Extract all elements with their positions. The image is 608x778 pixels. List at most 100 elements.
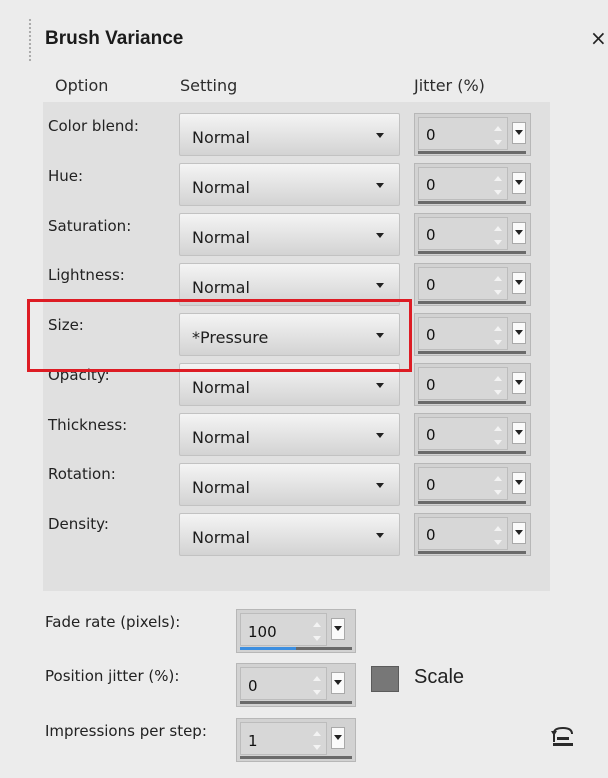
jitter-spinner-hue[interactable]: 0 — [414, 163, 531, 206]
jitter-dropdown-button[interactable] — [512, 472, 526, 494]
jitter-spinner-saturation[interactable]: 0 — [414, 213, 531, 256]
panel-gripper[interactable] — [28, 18, 32, 62]
chevron-down-icon — [515, 180, 523, 185]
position-jitter-value: 0 — [248, 677, 258, 695]
fade-rate-slider-track[interactable] — [240, 647, 352, 650]
setting-select-opacity[interactable]: Normal — [179, 363, 400, 406]
jitter-field[interactable]: 0 — [418, 467, 508, 500]
setting-value: Normal — [192, 428, 250, 447]
position-jitter-field[interactable]: 0 — [240, 667, 327, 700]
jitter-field[interactable]: 0 — [418, 217, 508, 250]
chevron-down-icon — [376, 433, 384, 438]
jitter-spinner-color-blend[interactable]: 0 — [414, 113, 531, 156]
spinner-arrows-icon[interactable] — [492, 174, 504, 200]
jitter-spinner-size[interactable]: 0 — [414, 313, 531, 356]
spinner-arrows-icon[interactable] — [492, 324, 504, 350]
option-label-color-blend: Color blend: — [48, 117, 139, 135]
setting-select-lightness[interactable]: Normal — [179, 263, 400, 306]
jitter-value: 0 — [426, 376, 436, 394]
position-jitter-slider-track[interactable] — [240, 701, 352, 704]
spinner-arrows-icon[interactable] — [311, 729, 323, 755]
impressions-spinner[interactable]: 1 — [236, 718, 356, 762]
chevron-down-icon — [515, 330, 523, 335]
jitter-slider-track[interactable] — [418, 451, 526, 454]
setting-select-hue[interactable]: Normal — [179, 163, 400, 206]
impressions-field[interactable]: 1 — [240, 722, 327, 755]
setting-value: Normal — [192, 178, 250, 197]
jitter-dropdown-button[interactable] — [512, 172, 526, 194]
chevron-down-icon — [515, 530, 523, 535]
jitter-slider-track[interactable] — [418, 201, 526, 204]
jitter-field[interactable]: 0 — [418, 367, 508, 400]
jitter-field[interactable]: 0 — [418, 117, 508, 150]
panel-title: Brush Variance — [45, 28, 184, 49]
scale-checkbox[interactable] — [371, 666, 399, 692]
jitter-spinner-thickness[interactable]: 0 — [414, 413, 531, 456]
chevron-down-icon — [376, 233, 384, 238]
jitter-value: 0 — [426, 526, 436, 544]
spinner-arrows-icon[interactable] — [492, 374, 504, 400]
jitter-slider-track[interactable] — [418, 301, 526, 304]
jitter-dropdown-button[interactable] — [512, 372, 526, 394]
spinner-arrows-icon[interactable] — [492, 474, 504, 500]
position-jitter-spinner[interactable]: 0 — [236, 663, 356, 707]
chevron-down-icon — [515, 430, 523, 435]
jitter-slider-track[interactable] — [418, 401, 526, 404]
setting-value: *Pressure — [192, 328, 269, 347]
jitter-field[interactable]: 0 — [418, 167, 508, 200]
spinner-arrows-icon[interactable] — [492, 524, 504, 550]
impressions-label: Impressions per step: — [45, 722, 207, 740]
spinner-arrows-icon[interactable] — [492, 124, 504, 150]
setting-select-rotation[interactable]: Normal — [179, 463, 400, 506]
header-setting: Setting — [180, 76, 238, 95]
scale-label[interactable]: Scale — [414, 666, 464, 689]
reset-icon[interactable] — [548, 722, 578, 752]
jitter-dropdown-button[interactable] — [512, 222, 526, 244]
spinner-arrows-icon[interactable] — [311, 674, 323, 700]
fade-rate-spinner[interactable]: 100 — [236, 609, 356, 653]
jitter-slider-track[interactable] — [418, 151, 526, 154]
jitter-field[interactable]: 0 — [418, 267, 508, 300]
jitter-slider-track[interactable] — [418, 251, 526, 254]
jitter-slider-track[interactable] — [418, 551, 526, 554]
chevron-down-icon — [515, 380, 523, 385]
jitter-dropdown-button[interactable] — [512, 522, 526, 544]
setting-select-thickness[interactable]: Normal — [179, 413, 400, 456]
jitter-field[interactable]: 0 — [418, 417, 508, 450]
chevron-down-icon — [376, 333, 384, 338]
jitter-dropdown-button[interactable] — [512, 272, 526, 294]
setting-select-saturation[interactable]: Normal — [179, 213, 400, 256]
setting-value: Normal — [192, 478, 250, 497]
position-jitter-label: Position jitter (%): — [45, 667, 180, 685]
setting-select-size[interactable]: *Pressure — [179, 313, 400, 356]
jitter-dropdown-button[interactable] — [512, 122, 526, 144]
spinner-arrows-icon[interactable] — [492, 224, 504, 250]
jitter-spinner-lightness[interactable]: 0 — [414, 263, 531, 306]
impressions-slider-track[interactable] — [240, 756, 352, 759]
spinner-arrows-icon[interactable] — [492, 424, 504, 450]
close-icon[interactable]: × — [590, 26, 607, 50]
jitter-slider-track[interactable] — [418, 351, 526, 354]
setting-select-density[interactable]: Normal — [179, 513, 400, 556]
jitter-slider-track[interactable] — [418, 501, 526, 504]
setting-select-color-blend[interactable]: Normal — [179, 113, 400, 156]
setting-value: Normal — [192, 378, 250, 397]
fade-rate-dropdown-button[interactable] — [331, 618, 345, 640]
jitter-field[interactable]: 0 — [418, 317, 508, 350]
chevron-down-icon — [376, 183, 384, 188]
fade-rate-field[interactable]: 100 — [240, 613, 327, 646]
header-option: Option — [55, 76, 109, 95]
jitter-field[interactable]: 0 — [418, 517, 508, 550]
jitter-dropdown-button[interactable] — [512, 422, 526, 444]
jitter-value: 0 — [426, 126, 436, 144]
position-jitter-dropdown-button[interactable] — [331, 672, 345, 694]
spinner-arrows-icon[interactable] — [492, 274, 504, 300]
impressions-dropdown-button[interactable] — [331, 727, 345, 749]
jitter-spinner-opacity[interactable]: 0 — [414, 363, 531, 406]
jitter-dropdown-button[interactable] — [512, 322, 526, 344]
jitter-value: 0 — [426, 176, 436, 194]
jitter-value: 0 — [426, 326, 436, 344]
spinner-arrows-icon[interactable] — [311, 620, 323, 646]
jitter-spinner-density[interactable]: 0 — [414, 513, 531, 556]
jitter-spinner-rotation[interactable]: 0 — [414, 463, 531, 506]
